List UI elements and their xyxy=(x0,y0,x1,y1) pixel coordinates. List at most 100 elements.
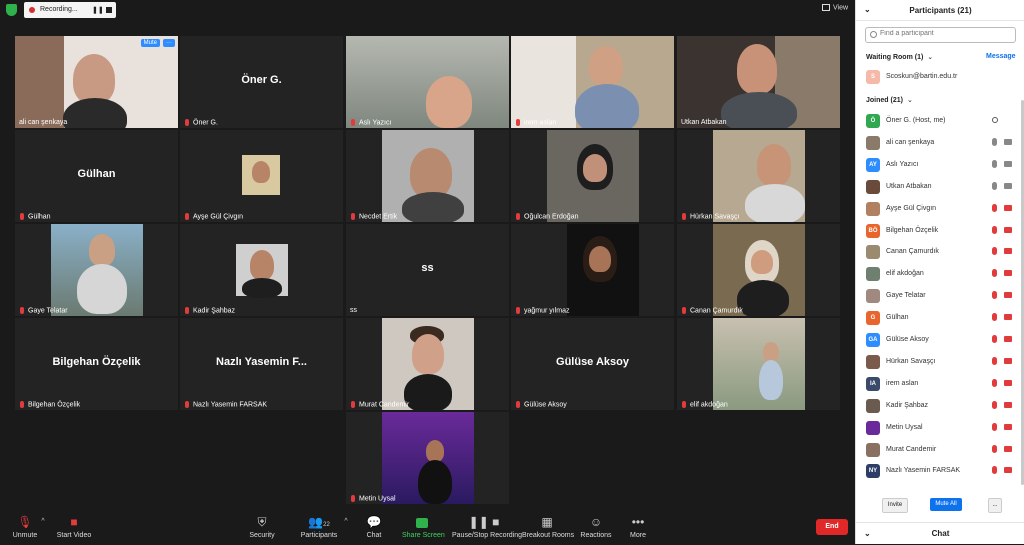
video-tile[interactable]: irem aslan xyxy=(511,36,674,128)
video-tile[interactable]: elif akdoğan xyxy=(677,318,840,410)
video-tile[interactable]: Metin Uysal xyxy=(346,412,509,504)
recording-label: Recording... xyxy=(40,6,78,13)
participant-name: Metin Uysal xyxy=(886,423,923,431)
participant-row[interactable]: Gaye Telatar xyxy=(866,288,1016,304)
video-tile[interactable]: Canan Çamurdık xyxy=(677,224,840,316)
participant-row[interactable]: ali can şenkaya xyxy=(866,135,1016,151)
participant-row[interactable]: BÖ Bilgehan Özçelik xyxy=(866,223,1016,239)
participant-name: ali can şenkaya xyxy=(886,138,935,146)
pause-stop-icon: ❚❚ ■ xyxy=(468,515,500,529)
video-tile[interactable]: ss ss xyxy=(346,224,509,316)
participant-row[interactable]: Murat Candemir xyxy=(866,442,1016,458)
profile-picture xyxy=(236,244,288,298)
recording-indicator: Recording... ❚❚ xyxy=(24,2,116,18)
mute-all-button[interactable]: Mute All xyxy=(930,498,962,511)
muted-mic-icon xyxy=(184,306,190,314)
message-waiting-room-button[interactable]: Message xyxy=(986,53,1016,60)
shield-icon[interactable] xyxy=(6,4,17,16)
video-tile[interactable]: Murat Candemir xyxy=(346,318,509,410)
pause-recording-icon[interactable]: ❚❚ xyxy=(92,6,104,14)
avatar: IA xyxy=(866,376,880,391)
stop-recording-icon[interactable] xyxy=(106,7,112,13)
meeting-toolbar: 🎙 Unmute ^ ■ Start Video ⛨ Security 👥22 … xyxy=(0,510,855,544)
video-tile[interactable]: Necdet Ertik xyxy=(346,130,509,222)
muted-mic-icon xyxy=(515,400,521,408)
participant-row[interactable]: Canan Çamurdık xyxy=(866,244,1016,260)
avatar: Ö xyxy=(866,114,880,128)
participant-row[interactable]: Utkan Atbakan xyxy=(866,179,1016,195)
tile-more-button[interactable]: ··· xyxy=(163,39,175,47)
share-screen-button[interactable]: Share Screen xyxy=(402,510,445,544)
participant-name: ali can şenkaya xyxy=(19,119,68,126)
participant-row[interactable]: Ayşe Gül Çivgın xyxy=(866,201,1016,217)
camera-off-icon xyxy=(1004,292,1012,299)
muted-mic-icon xyxy=(350,212,356,220)
video-tile[interactable]: Mute ··· ali can şenkaya xyxy=(15,36,178,128)
muted-mic-icon xyxy=(681,400,687,408)
view-button[interactable]: View xyxy=(822,4,848,11)
participants-options-caret[interactable]: ^ xyxy=(341,510,351,544)
audio-options-caret[interactable]: ^ xyxy=(38,510,48,544)
camera-icon xyxy=(1004,160,1012,167)
video-tile[interactable]: Bilgehan Özçelik Bilgehan Özçelik xyxy=(15,318,178,410)
waiting-room-header[interactable]: Waiting Room (1) ⌄ xyxy=(866,53,933,61)
breakout-rooms-icon: ▦ xyxy=(541,515,553,529)
video-tile[interactable]: Gülüse Aksoy Gülüse Aksoy xyxy=(511,318,674,410)
video-tile[interactable]: Öner G. Öner G. xyxy=(180,36,343,128)
muted-mic-icon xyxy=(350,494,356,502)
participant-name: Murat Candemir xyxy=(350,400,409,408)
video-tile[interactable]: Nazlı Yasemin F... Nazlı Yasemin FARSAK xyxy=(180,318,343,410)
participant-name: Gaye Telatar xyxy=(19,306,68,314)
participants-button[interactable]: 👥22 Participants xyxy=(298,510,340,544)
participant-name: Aslı Yazıcı xyxy=(886,160,919,168)
camera-off-icon xyxy=(1004,336,1012,342)
participant-row[interactable]: G Gülhan xyxy=(866,310,1016,326)
participant-search[interactable] xyxy=(865,27,1016,43)
unmute-button[interactable]: 🎙 Unmute xyxy=(8,510,42,544)
joined-header[interactable]: Joined (21) ⌄ xyxy=(866,96,913,104)
chat-button[interactable]: 💬 Chat xyxy=(362,510,386,544)
participant-name: Öner G. (Host, me) xyxy=(886,117,946,124)
invite-button[interactable]: Invite xyxy=(882,498,908,513)
participant-row[interactable]: IA irem aslan xyxy=(866,376,1016,392)
pause-stop-recording-button[interactable]: ❚❚ ■ Pause/Stop Recording xyxy=(452,510,522,544)
mute-participant-button[interactable]: Mute xyxy=(140,39,160,47)
participant-name: elif akdoğan xyxy=(681,400,728,408)
participant-search-input[interactable] xyxy=(880,30,1010,37)
participant-row[interactable]: Kadir Şahbaz xyxy=(866,398,1016,414)
security-button[interactable]: ⛨ Security xyxy=(246,510,278,544)
camera-off-icon xyxy=(1004,226,1012,233)
video-tile[interactable]: Kadir Şahbaz xyxy=(180,224,343,316)
video-tile[interactable]: Hürkan Savaşçı xyxy=(677,130,840,222)
participant-row[interactable]: Metin Uysal xyxy=(866,420,1016,436)
participant-name: Bilgehan Özçelik xyxy=(886,226,939,234)
start-video-button[interactable]: ■ Start Video xyxy=(54,510,94,544)
end-meeting-button[interactable]: End xyxy=(816,519,848,535)
participant-name: Gülhan xyxy=(886,314,909,322)
muted-mic-icon xyxy=(350,400,356,408)
participant-row[interactable]: AY Aslı Yazıcı xyxy=(866,157,1016,173)
breakout-rooms-button[interactable]: ▦ Breakout Rooms xyxy=(522,510,574,544)
chat-panel-header[interactable]: ⌄ Chat xyxy=(856,522,1024,545)
reactions-button[interactable]: ☺ Reactions xyxy=(580,510,612,544)
muted-mic-icon xyxy=(681,212,687,220)
participant-row[interactable]: NY Nazlı Yasemin FARSAK xyxy=(866,463,1016,479)
panel-more-button[interactable]: ... xyxy=(988,498,1002,513)
waiting-room-participant[interactable]: S Scoskun@bartin.edu.tr xyxy=(866,69,1016,85)
participant-row[interactable]: elif akdoğan xyxy=(866,266,1016,282)
camera-off-icon xyxy=(1004,423,1012,430)
video-tile[interactable]: Aslı Yazıcı xyxy=(346,36,509,128)
muted-mic-icon xyxy=(515,306,521,314)
muted-mic-icon xyxy=(184,118,190,126)
video-tile[interactable]: Gaye Telatar xyxy=(15,224,178,316)
video-tile[interactable]: Ayşe Gül Çivgın xyxy=(180,130,343,222)
participant-row[interactable]: Ö Öner G. (Host, me) xyxy=(866,113,1016,129)
video-tile[interactable]: Gülhan Gülhan xyxy=(15,130,178,222)
video-tile[interactable]: Oğulcan Erdoğan xyxy=(511,130,674,222)
participant-row[interactable]: Hürkan Savaşçı xyxy=(866,354,1016,370)
participant-row[interactable]: GA Gülüse Aksoy xyxy=(866,332,1016,348)
muted-mic-icon xyxy=(19,306,25,314)
video-tile-active-speaker[interactable]: Utkan Atbakan xyxy=(677,36,840,128)
more-button[interactable]: ••• More xyxy=(626,510,650,544)
video-tile[interactable]: yağmur yılmaz xyxy=(511,224,674,316)
